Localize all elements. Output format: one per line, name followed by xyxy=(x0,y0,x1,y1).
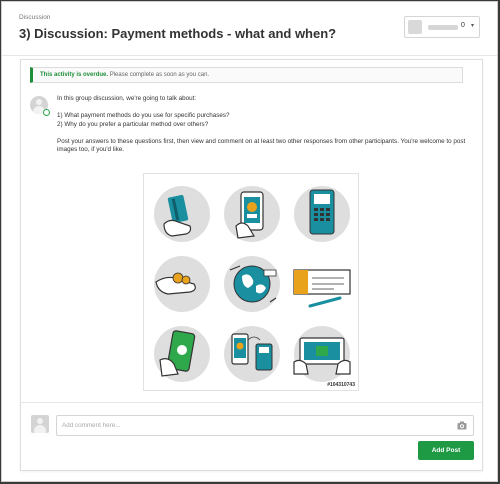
comment-input[interactable] xyxy=(56,415,474,436)
breadcrumb[interactable]: Discussion xyxy=(19,14,50,21)
notification-count: 0 xyxy=(461,22,465,29)
online-status-icon xyxy=(43,109,50,116)
cheque-icon xyxy=(293,269,351,308)
comment-divider xyxy=(21,402,482,403)
phone-tap-icon xyxy=(154,326,210,382)
discussion-card: This activity is overdue. Please complet… xyxy=(20,59,483,471)
discussion-window: Discussion 3) Discussion: Payment method… xyxy=(1,1,498,482)
overdue-notice-text: Please complete as soon as you can. xyxy=(109,72,210,78)
post-question-2: 2) Why do you prefer a particular method… xyxy=(57,120,209,128)
commenter-avatar xyxy=(31,415,49,433)
user-avatar xyxy=(408,20,422,34)
user-menu-dropdown[interactable]: 0 ▾ xyxy=(404,16,480,38)
mobile-payment-icon xyxy=(224,186,280,242)
user-name-placeholder xyxy=(428,25,458,30)
cash-in-hand-icon xyxy=(154,256,210,312)
phone-to-terminal-icon xyxy=(224,326,280,382)
camera-icon[interactable] xyxy=(457,421,467,430)
chevron-down-icon: ▾ xyxy=(471,23,475,29)
post-body: In this group discussion, we're going to… xyxy=(57,95,467,163)
card-terminal-icon xyxy=(294,186,350,242)
card-in-hand-icon xyxy=(154,186,210,242)
add-post-button[interactable]: Add Post xyxy=(418,441,474,460)
page-header: Discussion 3) Discussion: Payment method… xyxy=(2,2,497,56)
globe-transfer-icon xyxy=(224,256,280,312)
post-question-1: 1) What payment methods do you use for s… xyxy=(57,112,230,119)
page-title: 3) Discussion: Payment methods - what an… xyxy=(19,26,337,41)
laptop-payment-icon xyxy=(293,326,351,382)
post-intro: In this group discussion, we're going to… xyxy=(57,95,197,102)
overdue-notice: This activity is overdue. Please complet… xyxy=(30,67,463,83)
payment-methods-image[interactable]: #104310743 xyxy=(143,173,359,391)
post-closing: Post your answers to these questions fir… xyxy=(57,137,466,154)
image-id-label: #104310743 xyxy=(327,382,355,388)
overdue-notice-strong: This activity is overdue. xyxy=(40,72,109,78)
